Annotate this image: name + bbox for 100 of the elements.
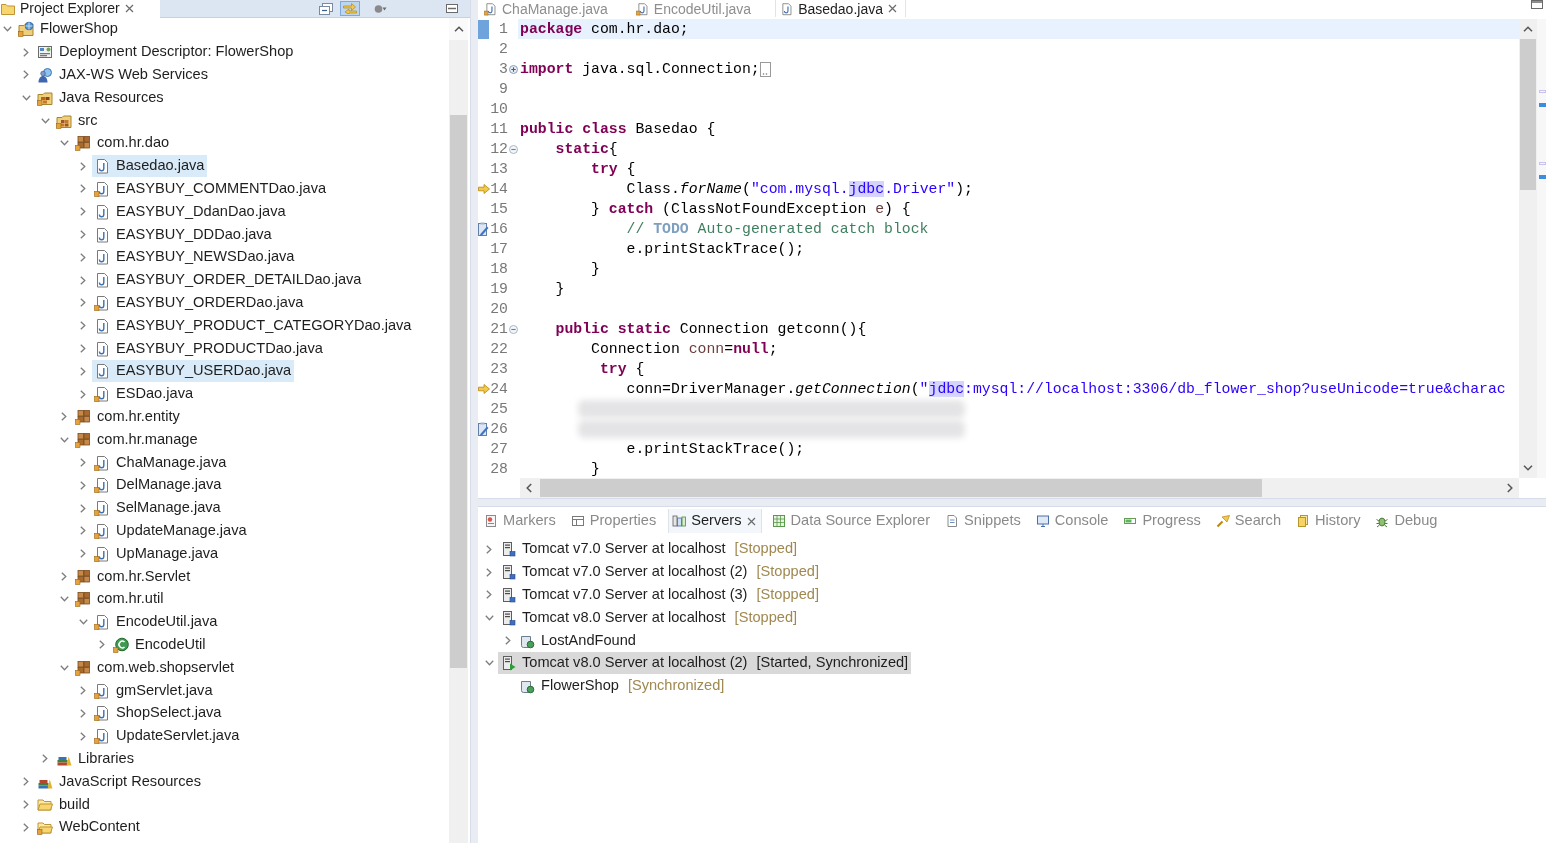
- collapsed-chevron-icon[interactable]: [80, 480, 86, 490]
- collapsed-chevron-icon[interactable]: [23, 822, 29, 832]
- collapsed-chevron-icon[interactable]: [23, 47, 29, 57]
- collapsed-chevron-icon[interactable]: [486, 590, 492, 600]
- minimize-button[interactable]: [443, 1, 461, 16]
- tree-item[interactable]: DelManage.java: [92, 474, 225, 497]
- expanded-chevron-icon[interactable]: [59, 596, 69, 603]
- tree-item[interactable]: Basedao.java: [92, 155, 208, 178]
- collapsed-chevron-icon[interactable]: [80, 503, 86, 513]
- fold-expand-icon[interactable]: [508, 64, 518, 74]
- tree-item[interactable]: EncodeUtil: [111, 633, 209, 656]
- expanded-chevron-icon[interactable]: [40, 117, 50, 124]
- expanded-chevron-icon[interactable]: [2, 26, 12, 33]
- tree-item[interactable]: src: [54, 109, 101, 132]
- expanded-chevron-icon[interactable]: [59, 140, 69, 147]
- arrow-marker-icon[interactable]: [478, 384, 490, 394]
- expanded-chevron-icon[interactable]: [78, 619, 88, 626]
- tree-item[interactable]: WebContent: [35, 816, 143, 839]
- tree-item[interactable]: build: [35, 793, 93, 816]
- scroll-up-icon[interactable]: [1523, 26, 1533, 32]
- close-icon[interactable]: [124, 3, 134, 13]
- fold-collapse-icon[interactable]: [508, 144, 518, 154]
- collapsed-chevron-icon[interactable]: [80, 708, 86, 718]
- tree-item[interactable]: gmServlet.java: [92, 679, 216, 702]
- scroll-left-icon[interactable]: [526, 483, 532, 493]
- scrollbar[interactable]: [449, 18, 468, 843]
- collapsed-chevron-icon[interactable]: [80, 275, 86, 285]
- scrollbar[interactable]: [1519, 19, 1537, 478]
- scrollbar-thumb[interactable]: [540, 479, 1262, 497]
- server-item[interactable]: Tomcat v7.0 Server at localhost [Stopped]: [498, 538, 801, 561]
- scroll-right-icon[interactable]: [1507, 483, 1513, 493]
- collapsed-chevron-icon[interactable]: [80, 526, 86, 536]
- close-icon[interactable]: [746, 516, 756, 526]
- collapsed-chevron-icon[interactable]: [42, 754, 48, 764]
- view-tab[interactable]: Properties: [567, 509, 662, 533]
- folded-code-icon[interactable]: [759, 61, 771, 77]
- collapsed-chevron-icon[interactable]: [80, 458, 86, 468]
- module-item[interactable]: FlowerShop [Synchronized]: [517, 675, 728, 698]
- tree-item[interactable]: EASYBUY_NEWSDao.java: [92, 246, 298, 269]
- tree-item[interactable]: Libraries: [54, 747, 137, 770]
- scrollbar-thumb[interactable]: [450, 115, 467, 668]
- tree-item[interactable]: JavaScript Resources: [35, 770, 204, 793]
- editor-tab[interactable]: Basedao.java: [775, 0, 906, 17]
- collapsed-chevron-icon[interactable]: [80, 207, 86, 217]
- module-item[interactable]: LostAndFound: [517, 629, 639, 652]
- tree-item[interactable]: EASYBUY_PRODUCT_CATEGORYDao.java: [92, 314, 415, 337]
- view-tab[interactable]: Search: [1212, 509, 1287, 533]
- view-tab[interactable]: Console: [1032, 509, 1114, 533]
- tree-item[interactable]: Deployment Descriptor: FlowerShop: [35, 41, 297, 64]
- collapsed-chevron-icon[interactable]: [80, 344, 86, 354]
- expanded-chevron-icon[interactable]: [21, 94, 31, 101]
- collapsed-chevron-icon[interactable]: [80, 252, 86, 262]
- tree-item[interactable]: EASYBUY_DdanDao.java: [92, 200, 289, 223]
- collapsed-chevron-icon[interactable]: [80, 389, 86, 399]
- tree-item[interactable]: UpManage.java: [92, 542, 222, 565]
- expanded-chevron-icon[interactable]: [59, 664, 69, 671]
- tree-item[interactable]: ChaManage.java: [92, 451, 230, 474]
- server-item[interactable]: Tomcat v7.0 Server at localhost (3) [Stopped]: [498, 584, 822, 606]
- scroll-up-icon[interactable]: [453, 26, 464, 32]
- tree-item[interactable]: EASYBUY_DDDao.java: [92, 223, 275, 246]
- collapsed-chevron-icon[interactable]: [80, 686, 86, 695]
- tree-item[interactable]: com.hr.Servlet: [73, 565, 194, 588]
- collapsed-chevron-icon[interactable]: [80, 184, 86, 194]
- expanded-chevron-icon[interactable]: [484, 614, 494, 621]
- collapsed-chevron-icon[interactable]: [61, 572, 67, 581]
- server-item[interactable]: Tomcat v7.0 Server at localhost (2) [Stopped]: [498, 561, 822, 584]
- tree-item[interactable]: SelManage.java: [92, 497, 224, 520]
- server-item[interactable]: Tomcat v8.0 Server at localhost (2) [Started, Synchronized]: [498, 652, 912, 675]
- tree-item[interactable]: EncodeUtil.java: [92, 611, 221, 634]
- tree-item[interactable]: EASYBUY_ORDER_DETAILDao.java: [92, 269, 365, 292]
- tree-item[interactable]: com.hr.manage: [73, 428, 201, 451]
- view-tab[interactable]: Servers: [668, 509, 762, 533]
- collapsed-chevron-icon[interactable]: [80, 731, 86, 741]
- collapsed-chevron-icon[interactable]: [486, 567, 492, 577]
- scroll-down-icon[interactable]: [1523, 465, 1533, 471]
- collapsed-chevron-icon[interactable]: [80, 161, 86, 171]
- tree-item[interactable]: com.web.shopservlet: [73, 656, 238, 679]
- tree-item[interactable]: ShopSelect.java: [92, 702, 225, 725]
- tree-item[interactable]: com.hr.entity: [73, 405, 183, 428]
- close-icon[interactable]: [888, 4, 897, 13]
- tree-item[interactable]: com.hr.dao: [73, 132, 173, 155]
- tree-item[interactable]: EASYBUY_COMMENTDao.java: [92, 177, 330, 200]
- tree-item[interactable]: Java Resources: [35, 86, 167, 109]
- tree-item[interactable]: EASYBUY_PRODUCTDao.java: [92, 337, 326, 360]
- arrow-marker-icon[interactable]: [478, 184, 490, 194]
- collapsed-chevron-icon[interactable]: [23, 777, 29, 787]
- collapsed-chevron-icon[interactable]: [80, 366, 86, 376]
- view-tab[interactable]: Markers: [481, 509, 561, 533]
- tree-item[interactable]: UpdateManage.java: [92, 519, 250, 542]
- task-marker-icon[interactable]: [478, 222, 489, 236]
- tree-item[interactable]: com.hr.util: [73, 588, 167, 611]
- expanded-chevron-icon[interactable]: [59, 436, 69, 443]
- expanded-chevron-icon[interactable]: [484, 660, 494, 667]
- collapsed-chevron-icon[interactable]: [23, 70, 29, 80]
- view-tab[interactable]: Snippets: [942, 509, 1026, 533]
- collapse-all-button[interactable]: [317, 1, 335, 16]
- tree-item[interactable]: JAX-WS Web Services: [35, 64, 211, 86]
- tree-item[interactable]: UpdateServlet.java: [92, 725, 243, 748]
- task-marker-icon[interactable]: [478, 422, 489, 436]
- collapsed-chevron-icon[interactable]: [80, 549, 86, 559]
